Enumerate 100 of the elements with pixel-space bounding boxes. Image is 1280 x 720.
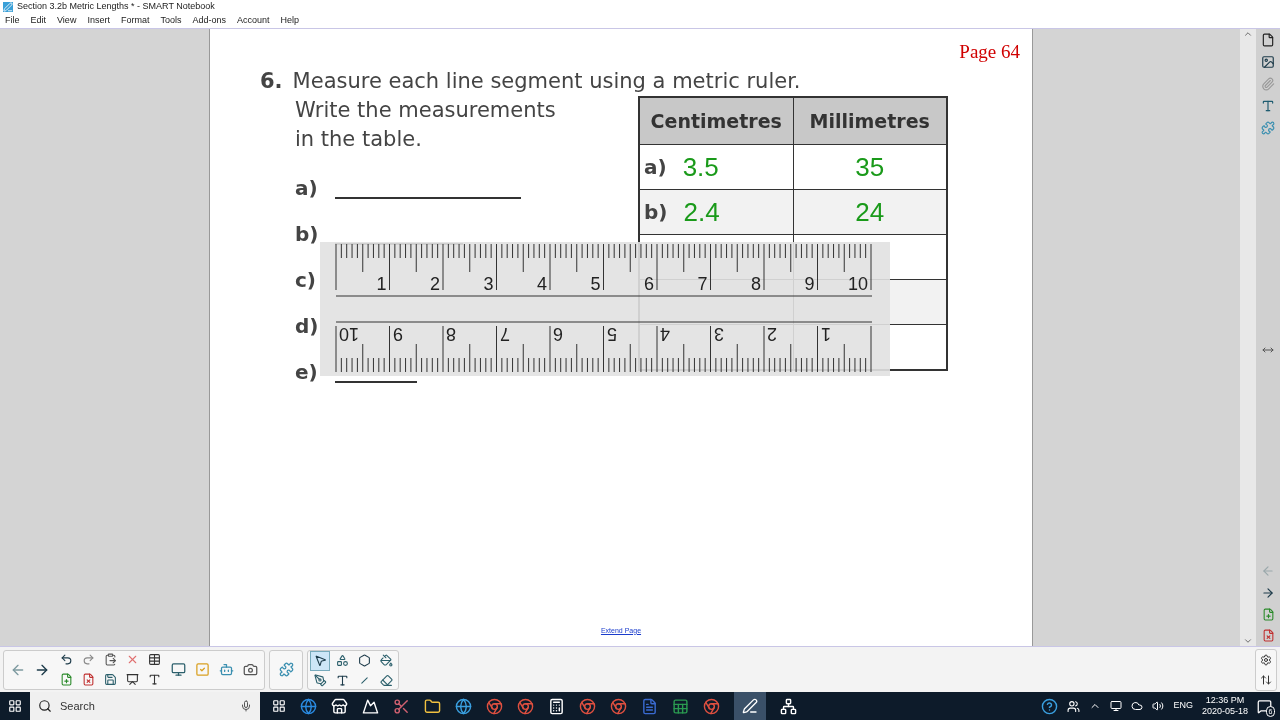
volume-icon[interactable] (1152, 700, 1165, 712)
menu-item[interactable]: Help (280, 14, 299, 28)
page-sorter-icon[interactable] (1261, 33, 1275, 47)
ruler-number: 9 (804, 274, 815, 294)
browser-icon[interactable] (517, 697, 534, 715)
camera-icon (242, 662, 258, 677)
table-icon (147, 653, 161, 666)
question-line: in the table. (295, 125, 422, 153)
segment-label: d) (295, 312, 320, 340)
undo-icon (59, 653, 73, 666)
letter-icon (335, 674, 349, 687)
page-label: Page 64 (959, 40, 1020, 64)
question-line: Write the measurements (295, 96, 556, 124)
ruler-number: 1 (376, 274, 387, 294)
menu-item[interactable]: Insert (87, 14, 110, 28)
ruler-number: 5 (590, 274, 601, 294)
up-down-arrow-icon (1260, 673, 1272, 686)
next-page-icon[interactable] (1261, 586, 1275, 600)
menu-item[interactable]: View (57, 14, 77, 28)
help-icon[interactable] (1041, 697, 1059, 715)
scroll-up-icon[interactable] (1243, 29, 1253, 39)
calculator-icon[interactable] (548, 697, 565, 715)
clipboard-icon (103, 653, 117, 666)
pen-icon (313, 674, 327, 687)
delete-page-icon[interactable] (1261, 629, 1275, 642)
segment-label: b) (295, 220, 320, 248)
globe-icon[interactable] (455, 697, 472, 715)
store-icon[interactable] (331, 697, 348, 715)
language-indicator[interactable]: ENG (1173, 699, 1193, 713)
spreadsheet-icon[interactable] (672, 697, 689, 715)
search-icon (38, 699, 52, 713)
task-view-icon[interactable] (272, 699, 286, 713)
hexagon-icon (357, 654, 371, 667)
cloud-icon[interactable] (1131, 700, 1144, 712)
segment-label: c) (295, 266, 317, 294)
gallery-icon[interactable] (1261, 55, 1275, 69)
network-icon[interactable] (1110, 700, 1123, 712)
people-icon[interactable] (1067, 699, 1081, 713)
start-icon[interactable] (8, 699, 22, 713)
pen-icon (742, 698, 758, 714)
segment-label: a) (295, 174, 319, 202)
puzzle-icon (278, 662, 294, 677)
robot-icon (218, 662, 234, 677)
photos-icon[interactable] (362, 697, 379, 715)
menu-item[interactable]: Add-ons (192, 14, 226, 28)
ruler-number: 9 (392, 324, 403, 344)
ruler-number: 4 (537, 274, 547, 294)
search-field[interactable]: Search (30, 692, 260, 720)
ruler-number: 5 (606, 324, 617, 344)
ruler-number: 2 (430, 274, 440, 294)
folder-icon[interactable] (424, 697, 441, 715)
page-x-icon (81, 673, 95, 686)
ruler-number: 7 (697, 274, 708, 294)
ruler-number: 6 (553, 324, 563, 344)
select-tool[interactable] (310, 650, 330, 671)
millimetres-value: 24 (855, 196, 885, 227)
segment-label: e) (295, 358, 319, 386)
browser-icon[interactable] (610, 697, 627, 715)
browser-icon[interactable] (579, 697, 596, 715)
menu-item[interactable]: Format (120, 14, 150, 28)
pointer-icon (313, 654, 327, 667)
row-label: a) (644, 154, 667, 181)
menu-item[interactable]: Edit (30, 14, 47, 28)
menu-item[interactable]: Account (236, 14, 270, 28)
ruler-number: 7 (499, 324, 510, 344)
ruler-number: 8 (751, 274, 761, 294)
notebook-taskbar-button[interactable] (734, 692, 766, 720)
ruler-number: 2 (767, 324, 777, 344)
question-number: 6. (260, 67, 283, 95)
browser-icon[interactable] (486, 697, 503, 715)
scrollbar[interactable] (1240, 29, 1256, 646)
scroll-down-icon[interactable] (1243, 636, 1253, 646)
question-line: Measure each line segment using a metric ruler. (292, 67, 801, 95)
page-plus-icon (59, 673, 73, 686)
browser-icon[interactable] (703, 697, 720, 715)
menu-item[interactable]: File (5, 14, 20, 28)
window-title: Section 3.2b Metric Lengths * - SMART Notebook (17, 0, 215, 14)
ruler[interactable]: 1 2 3 4 5 6 7 8 9 10 10 9 8 7 6 5 4 3 2 1 (320, 242, 890, 376)
microphone-icon[interactable] (240, 700, 252, 712)
paint-bucket-icon (379, 654, 393, 667)
document-icon[interactable] (641, 697, 658, 715)
add-page-icon[interactable] (1261, 608, 1275, 621)
checkbox-icon (194, 662, 210, 677)
time-text[interactable]: 12:36 PM (1205, 695, 1245, 706)
globe-icon[interactable] (300, 697, 317, 715)
ruler-number: 6 (644, 274, 654, 294)
scissors-icon[interactable] (393, 697, 410, 715)
millimetres-value: 35 (855, 151, 885, 182)
network-app-icon[interactable] (780, 697, 797, 715)
ruler-number: 8 (446, 324, 456, 344)
eraser-icon (379, 674, 393, 687)
date-text[interactable]: 2020-05-18 (1201, 706, 1248, 717)
properties-icon[interactable] (1261, 99, 1275, 113)
ruler-number: 3 (483, 274, 494, 294)
settings-icon (1260, 653, 1272, 666)
menu-item[interactable]: Tools (160, 14, 182, 28)
floppy-icon (103, 673, 117, 686)
ruler-number: 3 (713, 324, 724, 344)
screen-icon (125, 673, 139, 686)
row-label: b) (644, 199, 668, 226)
